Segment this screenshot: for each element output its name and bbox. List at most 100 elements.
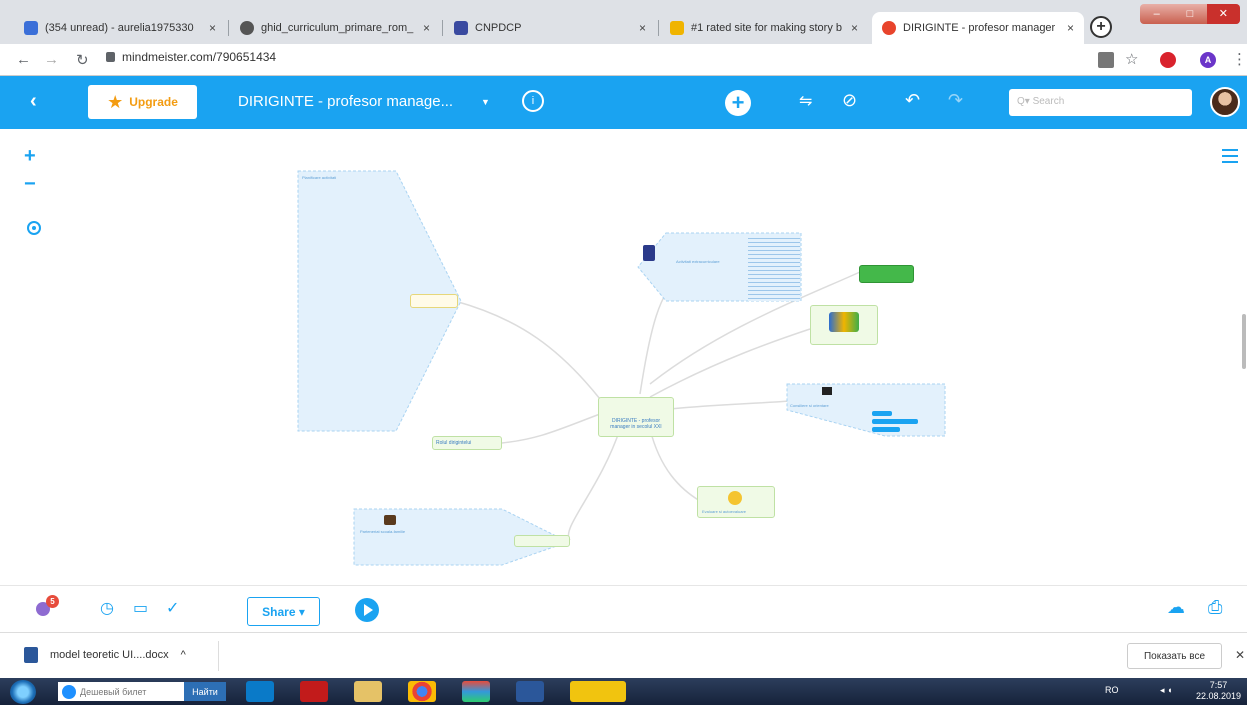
warning-icon[interactable] — [570, 681, 626, 702]
bookmark-star-icon[interactable]: ☆ — [1125, 50, 1138, 68]
avatar[interactable] — [1210, 87, 1240, 117]
language-indicator[interactable]: RO — [1105, 685, 1119, 695]
topic-rol[interactable]: Rolul dirigintelui — [432, 436, 502, 450]
word-icon[interactable] — [516, 681, 544, 702]
center-topic[interactable]: DIRIGINTE - profesor manager in secolul … — [598, 397, 674, 437]
translate-icon[interactable] — [1098, 52, 1114, 68]
mindmeister-toolbar: ‹ ★ Upgrade DIRIGINTE - profesor manage.… — [0, 76, 1247, 129]
close-icon[interactable]: ✕ — [1235, 648, 1245, 662]
back-to-dashboard-icon[interactable]: ‹ — [30, 90, 37, 113]
branch-label: Planificare activitati — [302, 175, 337, 180]
acrobat-icon[interactable] — [300, 681, 328, 702]
back-icon[interactable]: ← — [16, 51, 31, 68]
search-placeholder: Q▾ Search — [1017, 96, 1065, 107]
browser-tabstrip: (354 unread) - aurelia1975330 × ghid_cur… — [0, 0, 1247, 44]
taskbar-find-button[interactable]: Найти — [184, 682, 226, 701]
skype-icon[interactable] — [246, 681, 274, 702]
browser-tab-story[interactable]: #1 rated site for making story b × — [660, 12, 868, 44]
show-all-button[interactable]: Показать все — [1127, 643, 1222, 669]
close-icon[interactable]: × — [639, 21, 646, 35]
url-text: mindmeister.com/790651434 — [122, 50, 277, 64]
find-label: Найти — [192, 686, 218, 697]
topic-planificare[interactable] — [410, 294, 458, 308]
info-icon[interactable]: i — [522, 90, 544, 112]
adblock-icon[interactable] — [1160, 52, 1176, 68]
upgrade-button[interactable]: ★ Upgrade — [88, 85, 197, 119]
print-icon[interactable]: ⎙ — [1208, 597, 1222, 618]
window-controls: – □ ✕ — [1140, 4, 1240, 24]
center-topic-label: DIRIGINTE - profesor manager in secolul … — [610, 418, 662, 430]
ie-icon — [62, 684, 76, 699]
right-branch-text: Consiliere si orientare — [790, 403, 864, 409]
cloud-download-icon[interactable]: ☁ — [1167, 597, 1185, 618]
connect-icon[interactable]: ⇋ — [799, 91, 812, 111]
redo-icon[interactable]: ↷ — [948, 90, 963, 111]
tab-title: #1 rated site for making story b — [691, 22, 843, 34]
branch-label: Activitati extracurriculare — [676, 259, 720, 264]
search-input[interactable]: Q▾ Search — [1009, 89, 1192, 116]
mail-icon — [24, 21, 38, 35]
clock[interactable]: 7:57 22.08.2019 — [1196, 680, 1241, 702]
profile-icon[interactable]: A — [1200, 52, 1216, 68]
bottom-branch-text: Parteneriat scoala-familie — [360, 529, 440, 535]
mindmap-canvas[interactable]: + − Planificare activitati Rolul dirigin… — [0, 129, 1247, 585]
start-button[interactable] — [10, 680, 36, 704]
browser-tab-mail[interactable]: (354 unread) - aurelia1975330 × — [14, 12, 226, 44]
map-title[interactable]: DIRIGINTE - profesor manage... — [238, 93, 453, 110]
maximize-icon[interactable]: □ — [1173, 4, 1206, 24]
windows-taskbar: Дешевый билет Найти RO ◂ ◖ 7:57 22.08.20… — [0, 678, 1247, 705]
chevron-up-icon[interactable]: ^ — [181, 649, 186, 661]
undo-icon[interactable]: ↶ — [905, 90, 920, 111]
group-image — [829, 312, 859, 332]
taskbar-search-input[interactable]: Дешевый билет — [58, 682, 184, 701]
folder-icon[interactable] — [354, 681, 382, 702]
history-icon[interactable]: ◷ — [100, 598, 114, 618]
download-file-name: model teoretic UI....docx — [50, 649, 169, 661]
upgrade-label: Upgrade — [129, 95, 178, 109]
download-item[interactable]: model teoretic UI....docx ^ — [24, 647, 186, 663]
browser-tab-cnpdcp[interactable]: CNPDCP × — [444, 12, 656, 44]
topic-evaluare[interactable]: Evaluare si autoevaluare — [697, 486, 775, 518]
share-label: Share ▾ — [262, 604, 305, 619]
new-tab-button[interactable]: + — [1090, 16, 1112, 38]
note-text-block — [748, 235, 800, 301]
storyboard-icon — [670, 21, 684, 35]
close-icon[interactable]: × — [209, 21, 216, 35]
browser-tab-ghid[interactable]: ghid_curriculum_primare_rom_ × — [230, 12, 440, 44]
tag-1 — [872, 411, 892, 416]
lightbulb-icon — [728, 491, 742, 505]
books-icon[interactable] — [462, 681, 490, 702]
chrome-icon[interactable] — [408, 681, 436, 702]
close-icon[interactable]: × — [423, 21, 430, 35]
play-presentation-button[interactable] — [355, 598, 379, 622]
add-topic-button[interactable]: + — [725, 90, 751, 116]
chevron-down-icon[interactable]: ▼ — [481, 97, 490, 107]
forward-icon[interactable]: → — [44, 51, 59, 68]
mindmeister-icon — [882, 21, 896, 35]
reload-icon[interactable]: ↻ — [76, 51, 89, 69]
tag-2 — [872, 419, 918, 424]
volume-icon[interactable]: ◂ ◖ — [1160, 685, 1172, 696]
share-button[interactable]: Share ▾ — [247, 597, 320, 626]
word-doc-icon — [24, 647, 38, 663]
topic-image[interactable] — [810, 305, 878, 345]
url-field[interactable]: mindmeister.com/790651434 — [106, 50, 276, 64]
close-icon[interactable]: × — [1067, 21, 1074, 35]
topic-parteneriat[interactable] — [514, 535, 570, 547]
notification-badge: 5 — [46, 595, 59, 608]
clock-time: 7:57 — [1209, 680, 1228, 690]
minimize-icon[interactable]: – — [1140, 4, 1173, 24]
kebab-menu-icon[interactable]: ⋮ — [1232, 50, 1247, 68]
close-icon[interactable]: × — [851, 21, 858, 35]
topic-label: Rolul dirigintelui — [436, 440, 472, 446]
browser-tab-mindmeister[interactable]: DIRIGINTE - profesor manager × — [872, 12, 1084, 44]
globe-icon — [240, 21, 254, 35]
branch-label: Parteneriat scoala-familie — [360, 529, 406, 534]
right-branch-shape — [786, 383, 946, 437]
address-bar: ← → ↻ mindmeister.com/790651434 ☆ A ⋮ — [0, 44, 1247, 76]
topic-highlight-green[interactable] — [859, 265, 914, 283]
prohibit-icon[interactable]: ⊘ — [842, 90, 857, 111]
close-window-icon[interactable]: ✕ — [1206, 4, 1240, 24]
presentation-icon[interactable]: ▭ — [133, 598, 148, 618]
task-check-icon[interactable]: ✓ — [166, 598, 179, 618]
